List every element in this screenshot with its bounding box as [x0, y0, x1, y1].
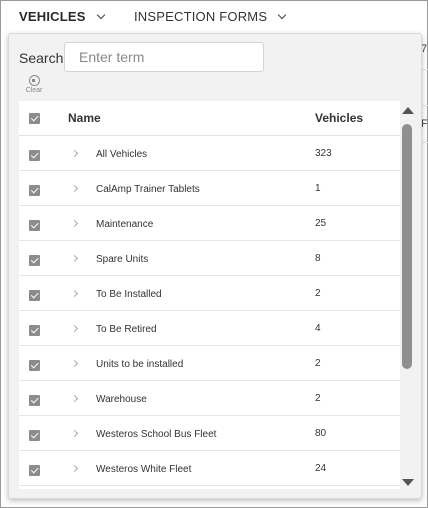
search-label: Search: — [19, 50, 68, 66]
clear-label: Clear — [25, 87, 43, 94]
table-header: Name Vehicles — [19, 101, 400, 136]
chevron-down-icon — [277, 10, 287, 19]
chevron-right-icon[interactable] — [70, 219, 79, 228]
group-table: Name Vehicles All Vehicles 323 CalAmp Tr… — [19, 101, 400, 489]
row-checkbox[interactable] — [29, 185, 40, 196]
select-all-checkbox[interactable] — [29, 113, 40, 124]
row-name: Units to be installed — [96, 359, 184, 370]
vehicle-group-dropdown: Search: Clear Name Vehicles All Vehicles… — [8, 33, 422, 499]
chevron-right-icon[interactable] — [70, 324, 79, 333]
row-vehicle-count: 2 — [315, 393, 321, 404]
scroll-down-arrow-icon[interactable] — [402, 479, 414, 486]
table-row[interactable]: All Vehicles 323 — [19, 136, 400, 171]
row-vehicle-count: 323 — [315, 148, 332, 159]
row-checkbox[interactable] — [29, 220, 40, 231]
nav-inspection-forms-label: INSPECTION FORMS — [134, 9, 268, 24]
row-checkbox[interactable] — [29, 325, 40, 336]
table-row[interactable]: To Be Retired 4 — [19, 311, 400, 346]
row-name: Maintenance — [96, 219, 154, 230]
background-text: F — [421, 118, 428, 130]
table-row[interactable]: Spare Units 8 — [19, 241, 400, 276]
table-row[interactable]: Warehouse 2 — [19, 381, 400, 416]
table-scrollbar[interactable] — [401, 107, 414, 491]
nav-inspection-forms[interactable]: INSPECTION FORMS — [134, 9, 287, 24]
row-name: To Be Installed — [96, 289, 162, 300]
row-vehicle-count: 8 — [315, 253, 321, 264]
row-checkbox[interactable] — [29, 430, 40, 441]
top-nav: VEHICLES INSPECTION FORMS — [1, 1, 427, 35]
nav-vehicles[interactable]: VEHICLES — [19, 9, 105, 24]
row-checkbox[interactable] — [29, 150, 40, 161]
clear-button[interactable]: Clear — [25, 75, 43, 94]
scrollbar-thumb[interactable] — [402, 124, 412, 369]
chevron-right-icon[interactable] — [70, 394, 79, 403]
chevron-right-icon[interactable] — [70, 149, 79, 158]
row-checkbox[interactable] — [29, 255, 40, 266]
app-window: VEHICLES INSPECTION FORMS 7 F Search: Cl… — [0, 0, 428, 508]
chevron-right-icon[interactable] — [70, 429, 79, 438]
column-header-name[interactable]: Name — [68, 111, 101, 125]
row-checkbox[interactable] — [29, 360, 40, 371]
row-name: To Be Retired — [96, 324, 157, 335]
chevron-down-icon — [96, 10, 105, 19]
chevron-right-icon[interactable] — [70, 184, 79, 193]
column-header-vehicles[interactable]: Vehicles — [315, 111, 363, 125]
row-vehicle-count: 25 — [315, 218, 327, 229]
row-vehicle-count: 4 — [315, 323, 321, 334]
scroll-up-arrow-icon[interactable] — [402, 107, 414, 114]
row-vehicle-count: 24 — [315, 463, 327, 474]
search-input[interactable] — [64, 42, 264, 72]
row-name: Spare Units — [96, 254, 149, 265]
row-vehicle-count: 2 — [315, 288, 321, 299]
table-row[interactable]: To Be Installed 2 — [19, 276, 400, 311]
table-row[interactable]: Westeros White Fleet 24 — [19, 451, 400, 486]
chevron-right-icon[interactable] — [70, 289, 79, 298]
row-checkbox[interactable] — [29, 465, 40, 476]
chevron-right-icon[interactable] — [70, 254, 79, 263]
row-name: CalAmp Trainer Tablets — [96, 184, 200, 195]
row-name: Warehouse — [96, 394, 147, 405]
row-checkbox[interactable] — [29, 395, 40, 406]
row-vehicle-count: 1 — [315, 183, 321, 194]
table-row[interactable]: Units to be installed 2 — [19, 346, 400, 381]
row-checkbox[interactable] — [29, 290, 40, 301]
clear-circle-icon — [28, 75, 40, 86]
row-name: Westeros White Fleet — [96, 464, 192, 475]
row-vehicle-count: 80 — [315, 428, 327, 439]
table-row[interactable]: Westeros School Bus Fleet 80 — [19, 416, 400, 451]
chevron-right-icon[interactable] — [70, 359, 79, 368]
table-row[interactable]: Maintenance 25 — [19, 206, 400, 241]
table-row[interactable]: CalAmp Trainer Tablets 1 — [19, 171, 400, 206]
row-name: Westeros School Bus Fleet — [96, 429, 217, 440]
row-vehicle-count: 2 — [315, 358, 321, 369]
nav-vehicles-label: VEHICLES — [19, 9, 86, 24]
chevron-right-icon[interactable] — [70, 464, 79, 473]
row-name: All Vehicles — [96, 149, 148, 160]
